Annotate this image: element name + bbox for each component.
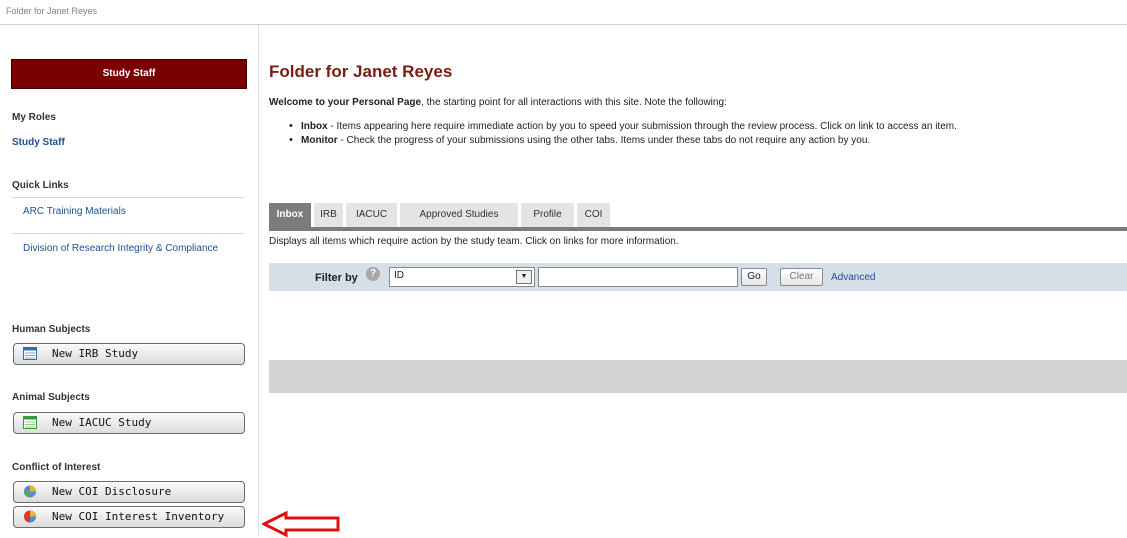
human-subjects-title: Human Subjects: [12, 324, 91, 335]
tab-inbox[interactable]: Inbox: [269, 203, 311, 227]
results-footer-bar: [269, 360, 1127, 393]
bullet-text: - Items appearing here require immediate…: [327, 121, 957, 132]
top-bar: Folder for Janet Reyes: [0, 0, 1127, 25]
advanced-link[interactable]: Advanced: [831, 272, 875, 283]
list-item: Monitor - Check the progress of your sub…: [289, 134, 957, 146]
list-item: Inbox - Items appearing here require imm…: [289, 120, 957, 132]
new-irb-study-button[interactable]: New IRB Study: [13, 343, 245, 365]
globe-icon: [23, 485, 37, 498]
tab-approved-studies[interactable]: Approved Studies: [400, 203, 518, 227]
new-iacuc-study-button[interactable]: New IACUC Study: [13, 412, 245, 434]
divider: [12, 233, 244, 234]
new-coi-interest-inventory-label: New COI Interest Inventory: [52, 510, 225, 523]
form-icon: [23, 416, 37, 429]
quick-links-title: Quick Links: [12, 180, 69, 191]
filter-field-select[interactable]: ID ▼: [389, 267, 535, 287]
my-roles-title: My Roles: [12, 112, 56, 123]
info-list: Inbox - Items appearing here require imm…: [289, 120, 957, 149]
role-box[interactable]: Study Staff: [11, 59, 247, 89]
new-coi-disclosure-button[interactable]: New COI Disclosure: [13, 481, 245, 503]
pie-chart-icon: [23, 510, 37, 523]
page-title: Folder for Janet Reyes: [269, 62, 453, 81]
tab-iacuc[interactable]: IACUC: [346, 203, 397, 227]
welcome-text: Welcome to your Personal Page, the start…: [269, 97, 727, 108]
breadcrumb: Folder for Janet Reyes: [6, 6, 98, 16]
new-iacuc-study-label: New IACUC Study: [52, 416, 152, 429]
filter-field-value: ID: [394, 270, 404, 281]
new-coi-disclosure-label: New COI Disclosure: [52, 485, 172, 498]
go-button[interactable]: Go: [741, 268, 767, 286]
clear-button[interactable]: Clear: [780, 268, 823, 286]
chevron-down-icon[interactable]: ▼: [516, 270, 532, 284]
quick-link-research-integrity[interactable]: Division of Research Integrity & Complia…: [23, 242, 223, 255]
tab-profile[interactable]: Profile: [521, 203, 574, 227]
tab-irb[interactable]: IRB: [314, 203, 343, 227]
help-icon[interactable]: ?: [366, 267, 380, 281]
sidebar: Study Staff My Roles Study Staff Quick L…: [0, 25, 259, 536]
tab-underline: [269, 227, 1127, 231]
role-link-study-staff[interactable]: Study Staff: [12, 137, 65, 148]
tab-coi[interactable]: COI: [577, 203, 610, 227]
bullet-text: - Check the progress of your submissions…: [337, 135, 871, 146]
divider: [12, 197, 244, 198]
quick-link-arc-training[interactable]: ARC Training Materials: [23, 206, 126, 217]
main-content: Folder for Janet Reyes Welcome to your P…: [259, 25, 1127, 536]
red-arrow-annotation: [262, 510, 340, 538]
new-irb-study-label: New IRB Study: [52, 347, 139, 360]
welcome-rest: , the starting point for all interaction…: [421, 97, 727, 108]
bullet-term: Monitor: [301, 135, 338, 146]
filter-bar: Filter by ? ID ▼ Go Clear Advanced: [269, 263, 1127, 291]
welcome-bold: Welcome to your Personal Page: [269, 97, 422, 108]
filter-label: Filter by: [315, 272, 358, 284]
bullet-term: Inbox: [301, 121, 328, 132]
animal-subjects-title: Animal Subjects: [12, 392, 90, 403]
form-icon: [23, 347, 37, 360]
filter-search-input[interactable]: [538, 267, 738, 287]
conflict-of-interest-title: Conflict of Interest: [12, 462, 101, 473]
tab-description: Displays all items which require action …: [269, 236, 679, 247]
new-coi-interest-inventory-button[interactable]: New COI Interest Inventory: [13, 506, 245, 528]
